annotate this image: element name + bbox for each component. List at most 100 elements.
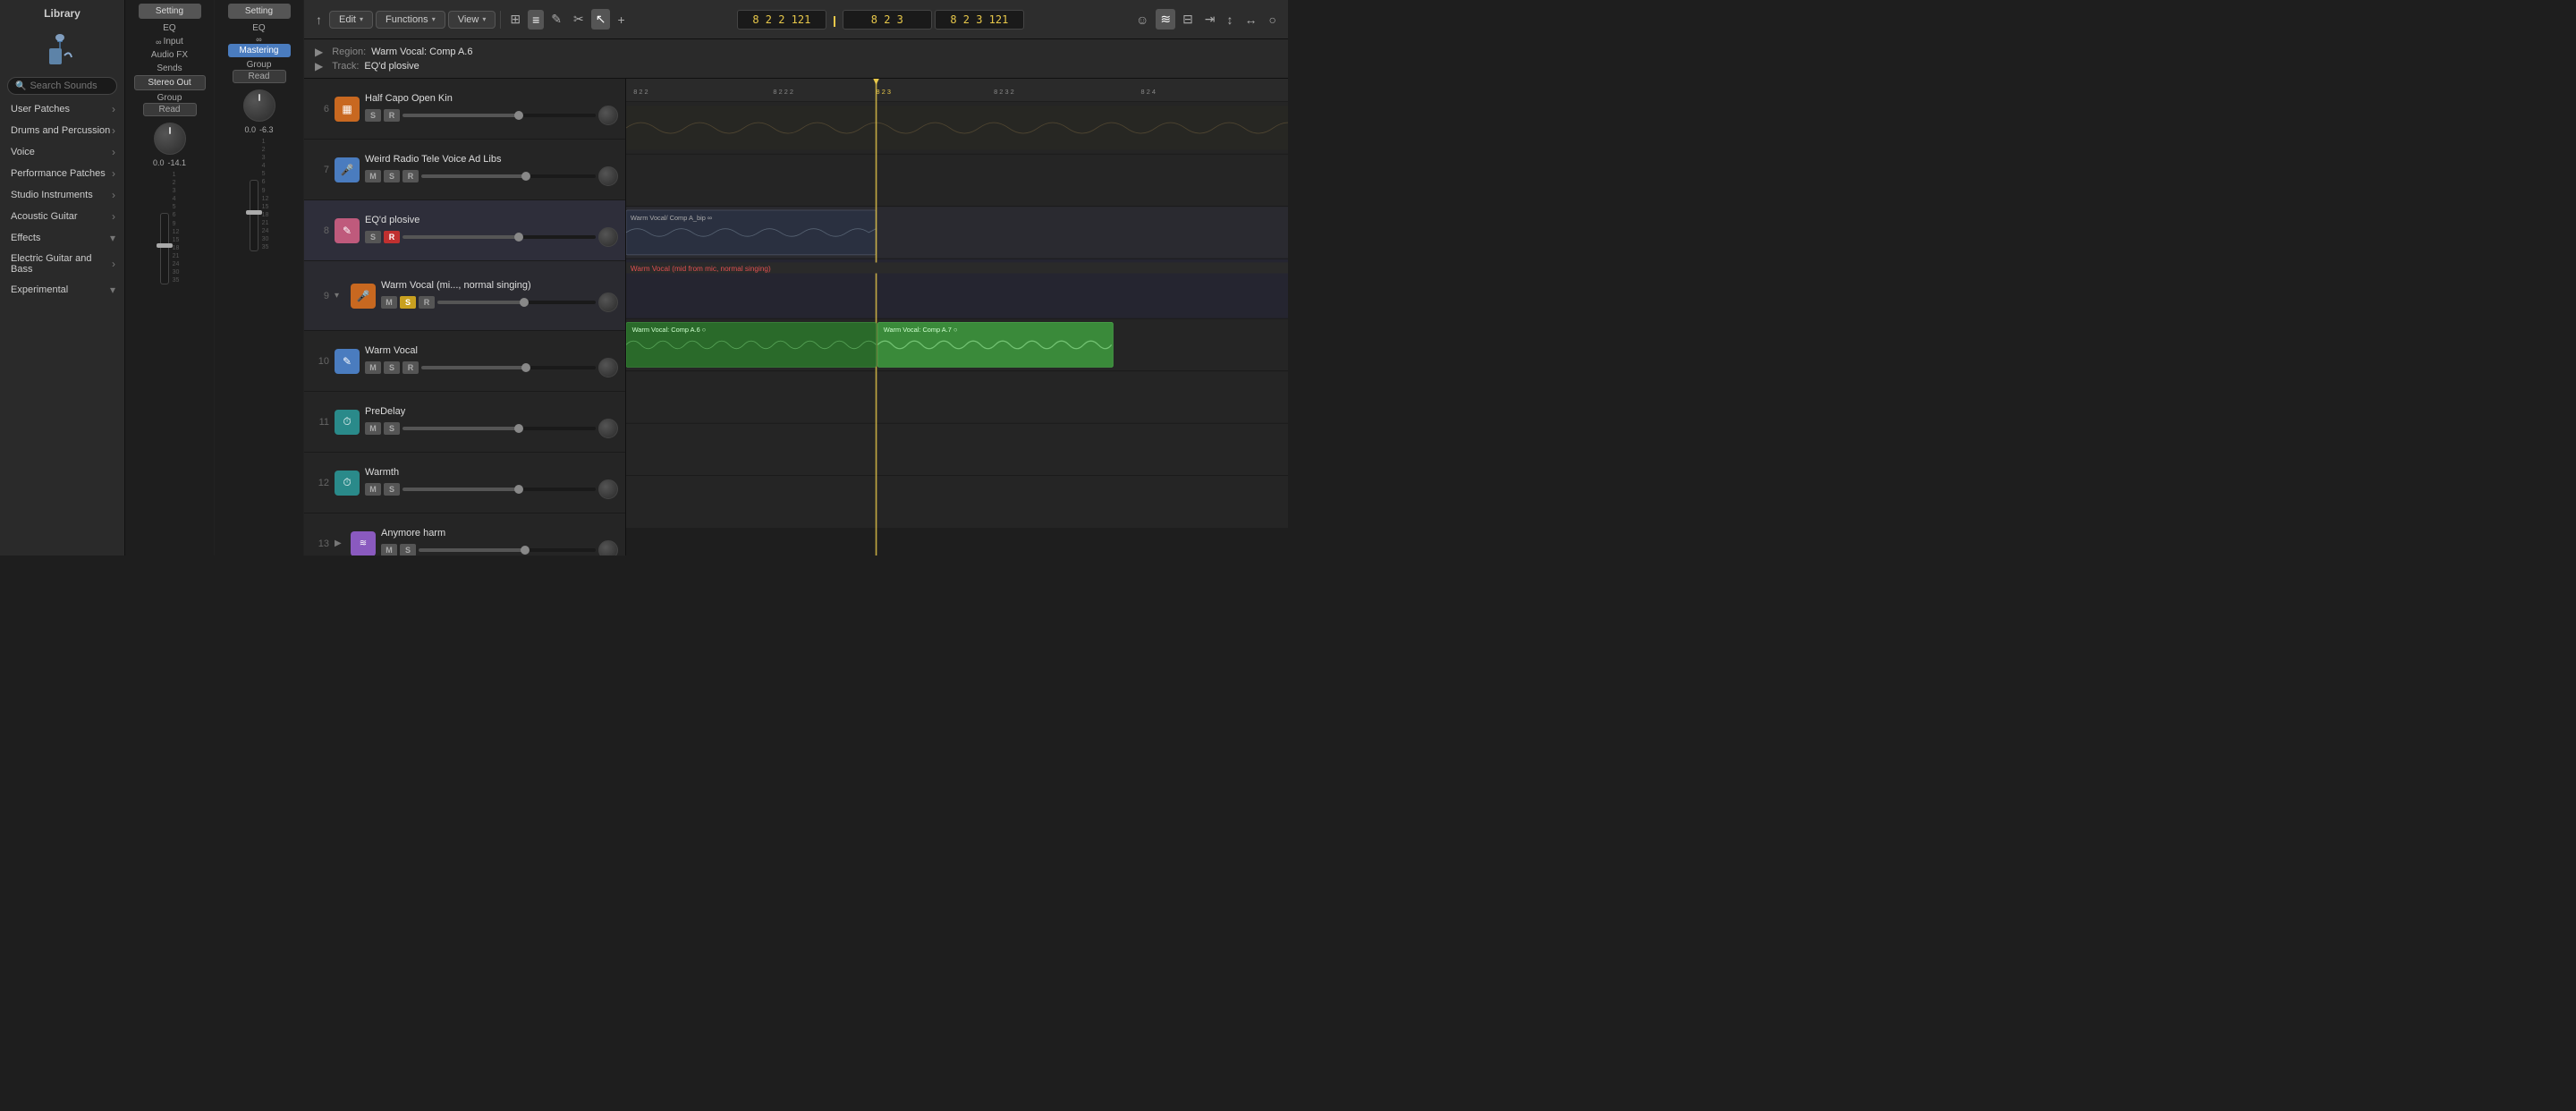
library-nav-item[interactable]: Voice› — [0, 141, 124, 163]
vol-knob[interactable] — [598, 106, 618, 125]
pencil-tool-btn[interactable]: ✎ — [547, 9, 566, 30]
track-fader[interactable] — [402, 427, 596, 430]
timeline-scroll[interactable]: Warm Vocal/ Comp A_bip ∞ Warm Vocal (mid… — [626, 79, 1288, 556]
region-expand-btn[interactable]: ▶ — [311, 45, 326, 59]
waveform-btn[interactable]: ≋ — [1156, 9, 1175, 30]
volume-knob-2[interactable] — [243, 89, 275, 122]
library-nav-item[interactable]: Acoustic Guitar› — [0, 206, 124, 227]
fader-fill — [437, 301, 524, 304]
track-fader[interactable] — [421, 366, 596, 369]
vol-knob[interactable] — [598, 358, 618, 377]
track-row[interactable]: 7 🎤 Weird Radio Tele Voice Ad Libs M S R — [304, 140, 625, 200]
fader-knob[interactable] — [514, 111, 523, 120]
record-btn[interactable]: R — [402, 361, 419, 374]
add-btn[interactable]: + — [613, 10, 629, 30]
chevron-right-icon: › — [112, 124, 115, 137]
arrows-btn[interactable]: ↔ — [1241, 10, 1262, 30]
record-btn[interactable]: R — [402, 170, 419, 182]
library-nav-item[interactable]: Electric Guitar and Bass› — [0, 249, 124, 279]
vol-knob[interactable] — [598, 293, 618, 312]
library-nav-item[interactable]: User Patches› — [0, 98, 124, 120]
solo-btn[interactable]: S — [384, 422, 400, 435]
solo-btn[interactable]: S — [384, 170, 400, 182]
setting-btn-2[interactable]: Setting — [228, 4, 291, 19]
fader-knob[interactable] — [520, 298, 529, 307]
updown-btn[interactable]: ↕ — [1223, 10, 1238, 30]
vol-knob[interactable] — [598, 540, 618, 556]
mute-btn[interactable]: M — [365, 170, 381, 182]
library-nav-item[interactable]: Effects▾ — [0, 227, 124, 249]
search-input[interactable] — [30, 81, 109, 91]
track-row[interactable]: 9 ▾ 🎤 Warm Vocal (mi..., normal singing)… — [304, 261, 625, 331]
mastering-btn[interactable]: Mastering — [228, 44, 291, 57]
fader-knob[interactable] — [521, 546, 530, 555]
vol-knob[interactable] — [598, 479, 618, 499]
track-fader[interactable] — [402, 488, 596, 491]
knob-values-2: 0.0 -6.3 — [244, 125, 273, 134]
mute-btn[interactable]: M — [365, 422, 381, 435]
record-btn[interactable]: R — [384, 231, 400, 243]
functions-btn[interactable]: Functions ▾ — [376, 11, 445, 29]
library-nav-item[interactable]: Drums and Percussion› — [0, 120, 124, 141]
track-fader[interactable] — [437, 301, 596, 304]
solo-btn[interactable]: S — [400, 544, 416, 556]
library-nav-item[interactable]: Studio Instruments› — [0, 184, 124, 206]
fader-track-1[interactable] — [160, 213, 169, 284]
track-row[interactable]: 8 ✎ EQ'd plosive S R — [304, 200, 625, 261]
record-btn[interactable]: R — [419, 296, 435, 309]
fader-knob[interactable] — [514, 424, 523, 433]
track-row[interactable]: 12 ⏱ Warmth M S — [304, 453, 625, 513]
solo-btn[interactable]: S — [400, 296, 416, 309]
fader-thumb-1[interactable] — [157, 243, 173, 248]
track-fader[interactable] — [421, 174, 596, 178]
align-btn[interactable]: ⊟ — [1178, 9, 1198, 30]
track-fader[interactable] — [419, 548, 596, 552]
track-value: EQ'd plosive — [364, 61, 419, 72]
fader-knob[interactable] — [514, 233, 523, 242]
grid-view-btn[interactable]: ⊞ — [505, 9, 525, 30]
fader-knob[interactable] — [521, 172, 530, 181]
track-expand-btn[interactable]: ▾ — [335, 291, 345, 301]
volume-knob-1[interactable] — [154, 123, 186, 155]
record-btn[interactable]: R — [384, 109, 400, 122]
cursor-btn[interactable]: ↖ — [591, 9, 611, 30]
up-arrow-btn[interactable]: ↑ — [311, 10, 326, 30]
emoji-btn[interactable]: ☺ — [1131, 10, 1153, 30]
scissors-tool-btn[interactable]: ✂ — [569, 9, 589, 30]
track-row[interactable]: 11 ⏱ PreDelay M S — [304, 392, 625, 453]
solo-btn[interactable]: S — [365, 109, 381, 122]
vol-knob[interactable] — [598, 227, 618, 247]
mute-btn[interactable]: M — [365, 361, 381, 374]
vol-knob[interactable] — [598, 419, 618, 438]
mute-btn[interactable]: M — [381, 296, 397, 309]
read-btn-1[interactable]: Read — [143, 103, 197, 116]
setting-btn-1[interactable]: Setting — [139, 4, 201, 19]
track-fader[interactable] — [402, 235, 596, 239]
read-btn-2[interactable]: Read — [233, 70, 286, 83]
edit-btn[interactable]: Edit ▾ — [329, 11, 373, 29]
track-expand-btn[interactable]: ▶ — [335, 539, 345, 548]
library-search[interactable]: 🔍 — [7, 77, 117, 95]
track-row[interactable]: 13 ▶ ≋ Anymore harm M S — [304, 513, 625, 556]
skip-btn[interactable]: ⇥ — [1200, 9, 1220, 30]
track-row[interactable]: 10 ✎ Warm Vocal M S R — [304, 331, 625, 392]
fader-track-2[interactable] — [250, 180, 258, 251]
track-expand-btn[interactable]: ▶ — [311, 59, 326, 73]
mute-btn[interactable]: M — [365, 483, 381, 496]
track-fader[interactable] — [402, 114, 596, 117]
vol-knob[interactable] — [598, 166, 618, 186]
fader-thumb-2[interactable] — [246, 210, 262, 215]
fader-col-2 — [250, 180, 258, 251]
circle-btn[interactable]: ○ — [1265, 10, 1281, 30]
library-nav-item[interactable]: Performance Patches› — [0, 163, 124, 184]
view-btn[interactable]: View ▾ — [448, 11, 496, 29]
solo-btn[interactable]: S — [384, 483, 400, 496]
track-row[interactable]: 6 ▦ Half Capo Open Kin S R — [304, 79, 625, 140]
solo-btn[interactable]: S — [365, 231, 381, 243]
solo-btn[interactable]: S — [384, 361, 400, 374]
mute-btn[interactable]: M — [381, 544, 397, 556]
library-nav-item[interactable]: Experimental▾ — [0, 279, 124, 301]
fader-knob[interactable] — [514, 485, 523, 494]
list-view-btn[interactable]: ≡ — [528, 10, 544, 30]
fader-knob[interactable] — [521, 363, 530, 372]
